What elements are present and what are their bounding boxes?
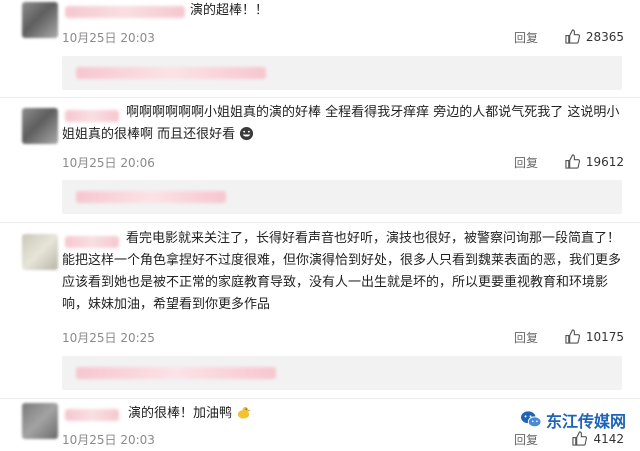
reply-text-blurred xyxy=(76,67,266,79)
wechat-icon xyxy=(520,411,542,428)
like-button[interactable]: 4142 xyxy=(572,431,624,446)
comment-text: 看完电影就来关注了，长得好看声音也好听，演技也很好，被警察问询那一段简直了！能把… xyxy=(62,231,622,312)
thumbs-up-icon xyxy=(565,29,580,44)
laughing-face-emoji xyxy=(240,126,254,141)
like-count: 28365 xyxy=(585,29,624,44)
reply-text-blurred xyxy=(76,367,276,379)
avatar[interactable] xyxy=(22,108,58,144)
comment-meta: 10月25日 20:06 回复 19612 xyxy=(62,154,630,172)
reply-preview[interactable] xyxy=(62,180,622,214)
comment-time: 10月25日 20:03 xyxy=(62,433,155,447)
reply-button[interactable]: 回复 xyxy=(514,154,538,171)
reply-button[interactable]: 回复 xyxy=(514,29,538,46)
like-button[interactable]: 10175 xyxy=(565,329,624,344)
reply-button[interactable]: 回复 xyxy=(514,431,538,448)
comment-body: 演的很棒！加油鸭 xyxy=(128,406,233,421)
watermark-text: 东江传媒网 xyxy=(545,412,626,431)
reply-preview[interactable] xyxy=(62,356,622,390)
comment-text: 啊啊啊啊啊啊小姐姐真的演的好棒 全程看得我牙痒痒 旁边的人都说气死我了 这说明小… xyxy=(62,102,622,146)
like-count: 19612 xyxy=(585,154,624,169)
comment-meta: 10月25日 20:03 回复 4142 xyxy=(62,431,630,449)
like-count: 10175 xyxy=(585,329,624,344)
comment-meta: 10月25日 20:03 回复 28365 xyxy=(62,29,630,47)
avatar[interactable] xyxy=(22,2,58,38)
comment-meta: 10月25日 20:25 回复 10175 xyxy=(62,329,630,347)
thumbs-up-icon xyxy=(565,329,580,344)
like-button[interactable]: 19612 xyxy=(565,154,624,169)
thumbs-up-icon xyxy=(565,154,580,169)
thumbs-up-icon xyxy=(572,431,588,446)
reply-text-blurred xyxy=(76,191,226,203)
reply-preview[interactable] xyxy=(62,56,622,90)
username-blurred[interactable] xyxy=(65,6,185,18)
avatar[interactable] xyxy=(22,234,58,270)
avatar[interactable] xyxy=(22,403,58,439)
watermark: 东江传媒网 xyxy=(520,408,626,432)
reply-button[interactable]: 回复 xyxy=(514,329,538,346)
like-button[interactable]: 28365 xyxy=(565,29,624,44)
comment-body: 啊啊啊啊啊啊小姐姐真的演的好棒 全程看得我牙痒痒 旁边的人都说气死我了 这说明小… xyxy=(62,105,620,142)
comment-time: 10月25日 20:06 xyxy=(62,156,155,170)
duck-emoji xyxy=(238,406,251,419)
comment-time: 10月25日 20:25 xyxy=(62,331,155,345)
comment-text: 演的超棒！！ xyxy=(190,3,269,18)
like-count: 4142 xyxy=(593,431,624,446)
comment-time: 10月25日 20:03 xyxy=(62,31,155,45)
divider xyxy=(0,222,640,223)
divider xyxy=(0,97,640,98)
divider xyxy=(0,398,640,399)
